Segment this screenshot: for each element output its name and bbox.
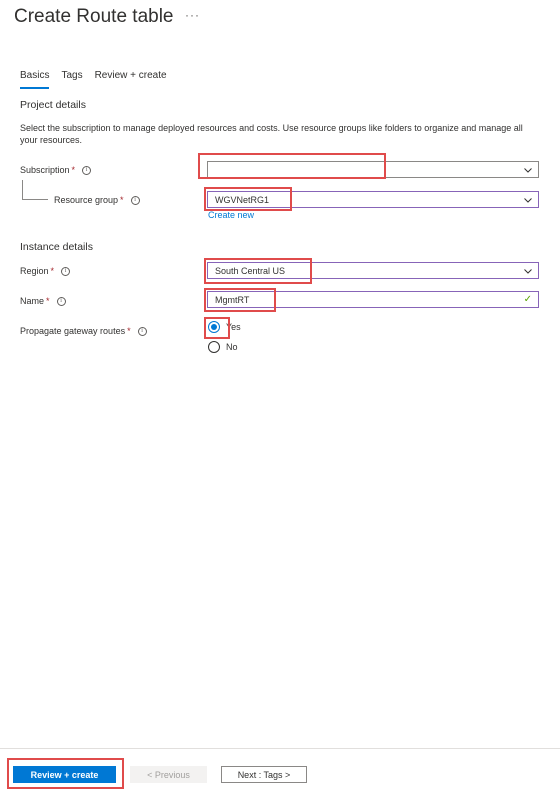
propagate-gateway-routes-label: Propagate gateway routes * i [20, 326, 147, 336]
region-value: South Central US [215, 265, 286, 276]
region-label-text: Region [20, 266, 49, 276]
tab-tags[interactable]: Tags [61, 70, 82, 89]
tab-basics[interactable]: Basics [20, 70, 50, 89]
subscription-select[interactable] [207, 161, 539, 178]
checkmark-icon: ✓ [523, 294, 532, 305]
info-icon[interactable]: i [130, 195, 140, 205]
chevron-down-icon [524, 168, 532, 173]
next-tags-button[interactable]: Next : Tags > [221, 766, 307, 783]
info-icon[interactable]: i [61, 266, 71, 276]
project-details-description: Select the subscription to manage deploy… [20, 123, 523, 145]
propagate-no-option[interactable]: No [208, 341, 238, 353]
footer-divider [0, 748, 560, 749]
tab-bar: Basics Tags Review + create [20, 70, 179, 89]
propagate-yes-option[interactable]: Yes [208, 321, 241, 333]
required-marker: * [71, 165, 76, 175]
name-label-text: Name [20, 296, 45, 306]
resource-group-select[interactable]: WGVNetRG1 [207, 191, 539, 208]
name-input[interactable]: MgmtRT ✓ [207, 291, 539, 308]
tree-connector [22, 199, 48, 200]
required-marker: * [50, 266, 55, 276]
name-value: MgmtRT [215, 294, 250, 305]
project-details-heading: Project details [20, 99, 86, 111]
previous-button[interactable]: < Previous [130, 766, 207, 783]
subscription-label: Subscription * i [20, 165, 92, 175]
resource-group-label: Resource group * i [54, 195, 140, 205]
region-select[interactable]: South Central US [207, 262, 539, 279]
required-marker: * [127, 326, 131, 336]
tree-connector [22, 180, 23, 200]
propagate-label-text: Propagate gateway routes [20, 326, 126, 336]
instance-details-heading: Instance details [20, 241, 93, 253]
info-icon[interactable]: i [137, 326, 147, 336]
required-marker: * [120, 195, 124, 205]
info-icon[interactable]: i [82, 165, 92, 175]
required-marker: * [46, 296, 50, 306]
subscription-label-text: Subscription [20, 165, 70, 175]
radio-no-label: No [226, 342, 238, 352]
tab-review-create[interactable]: Review + create [95, 70, 167, 89]
name-label: Name * i [20, 296, 66, 306]
create-new-link[interactable]: Create new [208, 210, 254, 220]
region-label: Region * i [20, 266, 71, 276]
radio-yes-label: Yes [226, 322, 241, 332]
page-title: Create Route table [14, 6, 174, 27]
chevron-down-icon [524, 269, 532, 274]
more-options-icon[interactable]: ··· [185, 8, 200, 22]
radio-yes[interactable] [208, 321, 220, 333]
chevron-down-icon [524, 198, 532, 203]
resource-group-label-text: Resource group [54, 195, 119, 205]
resource-group-value: WGVNetRG1 [215, 194, 270, 205]
radio-no[interactable] [208, 341, 220, 353]
info-icon[interactable]: i [56, 296, 66, 306]
review-create-button[interactable]: Review + create [13, 766, 116, 783]
